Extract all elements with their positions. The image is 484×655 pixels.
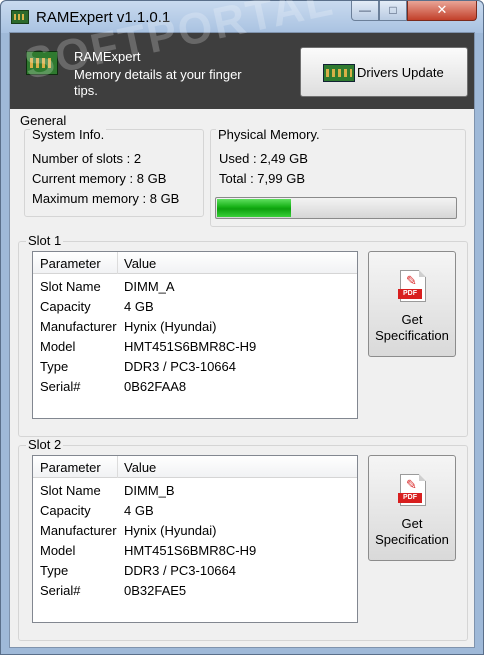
row-value: DDR3 / PC3-10664 bbox=[124, 563, 236, 578]
row-value: 0B62FAA8 bbox=[124, 379, 187, 394]
row-parameter: Capacity bbox=[40, 299, 91, 314]
row-value: 0B32FAE5 bbox=[124, 583, 187, 598]
table-row[interactable]: Manufacturer Hynix (Hyundai) bbox=[33, 316, 357, 336]
table-row[interactable]: Capacity 4 GB bbox=[33, 500, 357, 520]
client-area: RAMExpert Memory details at your finger … bbox=[9, 0, 475, 648]
used-memory: Used : 2,49 GB bbox=[219, 151, 308, 166]
row-value: 4 GB bbox=[124, 503, 154, 518]
physical-memory-label: Physical Memory. bbox=[216, 127, 322, 142]
system-info-label: System Info. bbox=[30, 127, 107, 142]
drivers-update-button[interactable]: Drivers Update bbox=[300, 47, 468, 97]
table-row[interactable]: Type DDR3 / PC3-10664 bbox=[33, 560, 357, 580]
minimize-button[interactable]: — bbox=[351, 1, 379, 21]
column-header-value[interactable]: Value bbox=[124, 460, 156, 475]
row-parameter: Slot Name bbox=[40, 279, 101, 294]
close-button[interactable]: ✕ bbox=[407, 1, 477, 21]
current-memory: Current memory : 8 GB bbox=[32, 171, 167, 186]
number-of-slots: Number of slots : 2 bbox=[32, 151, 142, 166]
slot2-table-header: Parameter Value bbox=[33, 456, 357, 478]
slot2-label: Slot 2 bbox=[26, 437, 64, 452]
pdf-icon: ✎ PDF bbox=[398, 474, 426, 506]
get-specification-label: Get Specification bbox=[369, 516, 455, 548]
slot1-label: Slot 1 bbox=[26, 233, 64, 248]
slot2-get-specification-button[interactable]: ✎ PDF Get Specification bbox=[368, 455, 456, 561]
column-divider[interactable] bbox=[117, 456, 118, 478]
slot1-details-table[interactable]: Parameter Value Slot Name DIMM_A Capacity… bbox=[32, 251, 358, 419]
row-value: DDR3 / PC3-10664 bbox=[124, 359, 236, 374]
pdf-badge: PDF bbox=[398, 493, 422, 503]
column-divider[interactable] bbox=[117, 252, 118, 274]
table-row[interactable]: Model HMT451S6BMR8C-H9 bbox=[33, 540, 357, 560]
memory-usage-fill bbox=[217, 199, 291, 217]
row-parameter: Type bbox=[40, 359, 69, 374]
general-group-label: General bbox=[18, 113, 69, 128]
column-header-parameter[interactable]: Parameter bbox=[40, 460, 101, 475]
table-row[interactable]: Serial# 0B62FAA8 bbox=[33, 376, 357, 396]
drivers-board-icon bbox=[323, 64, 355, 82]
get-specification-label: Get Specification bbox=[369, 312, 455, 344]
ram-module-icon bbox=[11, 10, 29, 24]
pdf-icon: ✎ PDF bbox=[398, 270, 426, 302]
row-parameter: Model bbox=[40, 543, 76, 558]
table-row[interactable]: Capacity 4 GB bbox=[33, 296, 357, 316]
row-parameter: Model bbox=[40, 339, 76, 354]
row-parameter: Serial# bbox=[40, 379, 81, 394]
row-parameter: Serial# bbox=[40, 583, 81, 598]
maximum-memory: Maximum memory : 8 GB bbox=[32, 191, 180, 206]
slot1-table-header: Parameter Value bbox=[33, 252, 357, 274]
get-label-line2: Specification bbox=[375, 532, 449, 547]
slot2-details-table[interactable]: Parameter Value Slot Name DIMM_B Capacity… bbox=[32, 455, 358, 623]
table-row[interactable]: Type DDR3 / PC3-10664 bbox=[33, 356, 357, 376]
row-parameter: Type bbox=[40, 563, 69, 578]
total-memory: Total : 7,99 GB bbox=[219, 171, 305, 186]
app-window: RAMExpert v1.1.0.1 — □ ✕ RAMExpert Memor… bbox=[0, 0, 484, 655]
row-value: 4 GB bbox=[124, 299, 154, 314]
row-parameter: Manufacturer bbox=[40, 319, 117, 334]
memory-usage-bar bbox=[215, 197, 457, 219]
table-row[interactable]: Serial# 0B32FAE5 bbox=[33, 580, 357, 600]
row-value: DIMM_B bbox=[124, 483, 175, 498]
row-value: HMT451S6BMR8C-H9 bbox=[124, 339, 257, 354]
header-banner: RAMExpert Memory details at your finger … bbox=[10, 0, 474, 109]
row-parameter: Capacity bbox=[40, 503, 91, 518]
row-parameter: Slot Name bbox=[40, 483, 101, 498]
table-row[interactable]: Model HMT451S6BMR8C-H9 bbox=[33, 336, 357, 356]
table-row[interactable]: Slot Name DIMM_B bbox=[33, 480, 357, 500]
pdf-badge: PDF bbox=[398, 289, 422, 299]
get-label-line1: Get bbox=[401, 312, 423, 327]
get-label-line1: Get bbox=[401, 516, 423, 531]
row-value: DIMM_A bbox=[124, 279, 175, 294]
drivers-update-label: Drivers Update bbox=[357, 65, 444, 80]
column-header-parameter[interactable]: Parameter bbox=[40, 256, 101, 271]
table-row[interactable]: Manufacturer Hynix (Hyundai) bbox=[33, 520, 357, 540]
maximize-button[interactable]: □ bbox=[379, 1, 407, 21]
get-label-line2: Specification bbox=[375, 328, 449, 343]
column-header-value[interactable]: Value bbox=[124, 256, 156, 271]
slot1-get-specification-button[interactable]: ✎ PDF Get Specification bbox=[368, 251, 456, 357]
acrobat-glyph-icon: ✎ bbox=[406, 477, 417, 492]
table-row[interactable]: Slot Name DIMM_A bbox=[33, 276, 357, 296]
row-parameter: Manufacturer bbox=[40, 523, 117, 538]
row-value: HMT451S6BMR8C-H9 bbox=[124, 543, 257, 558]
acrobat-glyph-icon: ✎ bbox=[406, 273, 417, 288]
row-value: Hynix (Hyundai) bbox=[124, 523, 217, 538]
row-value: Hynix (Hyundai) bbox=[124, 319, 217, 334]
